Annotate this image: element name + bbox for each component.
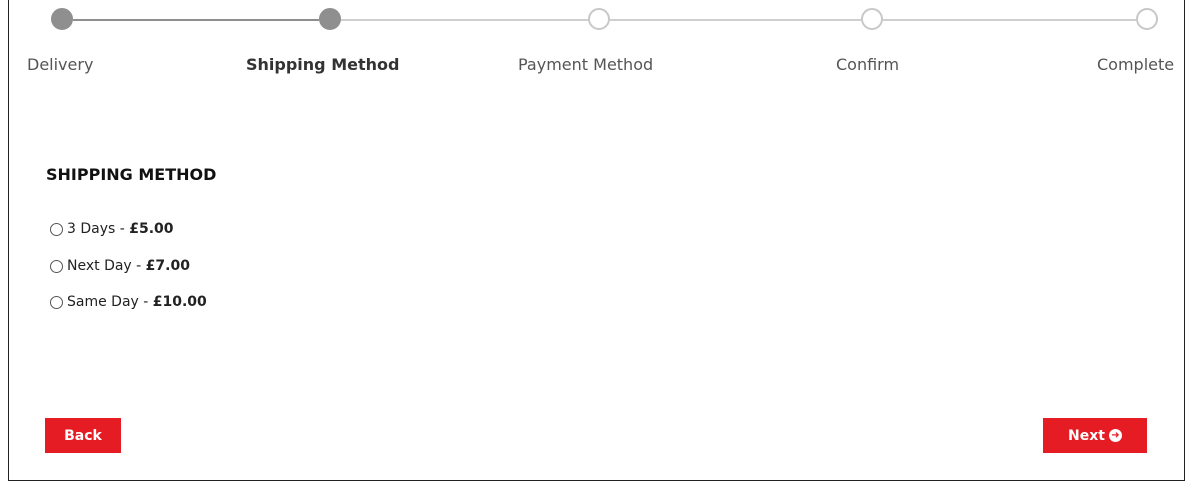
shipping-option-next-day[interactable]: Next Day - £7.00 xyxy=(50,258,190,274)
step-dot-confirm xyxy=(861,8,883,30)
step-dot-complete xyxy=(1136,8,1158,30)
radio-button[interactable] xyxy=(50,295,63,309)
step-connector xyxy=(610,19,861,21)
radio-button[interactable] xyxy=(50,222,63,236)
checkout-stepper: Delivery Shipping Method Payment Method … xyxy=(0,0,1190,90)
shipping-option-3-days[interactable]: 3 Days - £5.00 xyxy=(50,221,174,237)
step-connector xyxy=(73,19,319,21)
back-button-label: Back xyxy=(64,427,102,444)
next-button-label: Next xyxy=(1068,427,1105,444)
section-title: SHIPPING METHOD xyxy=(46,165,217,184)
step-connector xyxy=(341,19,588,21)
shipping-option-same-day[interactable]: Same Day - £10.00 xyxy=(50,294,207,310)
option-price: £7.00 xyxy=(145,258,190,274)
step-label-confirm: Confirm xyxy=(836,55,900,74)
step-label-delivery[interactable]: Delivery xyxy=(27,55,93,74)
step-dot-delivery[interactable] xyxy=(51,8,73,30)
arrow-right-circle-icon: ➜ xyxy=(1108,429,1122,442)
next-button[interactable]: Next ➜ xyxy=(1043,418,1147,453)
back-button[interactable]: Back xyxy=(45,418,121,453)
option-separator: - xyxy=(138,294,153,310)
option-price: £10.00 xyxy=(152,294,207,310)
step-label-shipping-method: Shipping Method xyxy=(246,55,400,74)
option-separator: - xyxy=(115,221,130,237)
step-connector xyxy=(883,19,1136,21)
option-name: Next Day xyxy=(67,258,132,274)
option-price: £5.00 xyxy=(129,221,174,237)
option-separator: - xyxy=(131,258,146,274)
step-dot-shipping-method[interactable] xyxy=(319,8,341,30)
step-label-complete: Complete xyxy=(1097,55,1175,74)
step-label-payment-method: Payment Method xyxy=(518,55,654,74)
radio-button[interactable] xyxy=(50,259,63,273)
option-name: 3 Days xyxy=(67,221,116,237)
step-dot-payment-method xyxy=(588,8,610,30)
option-name: Same Day xyxy=(67,294,139,310)
